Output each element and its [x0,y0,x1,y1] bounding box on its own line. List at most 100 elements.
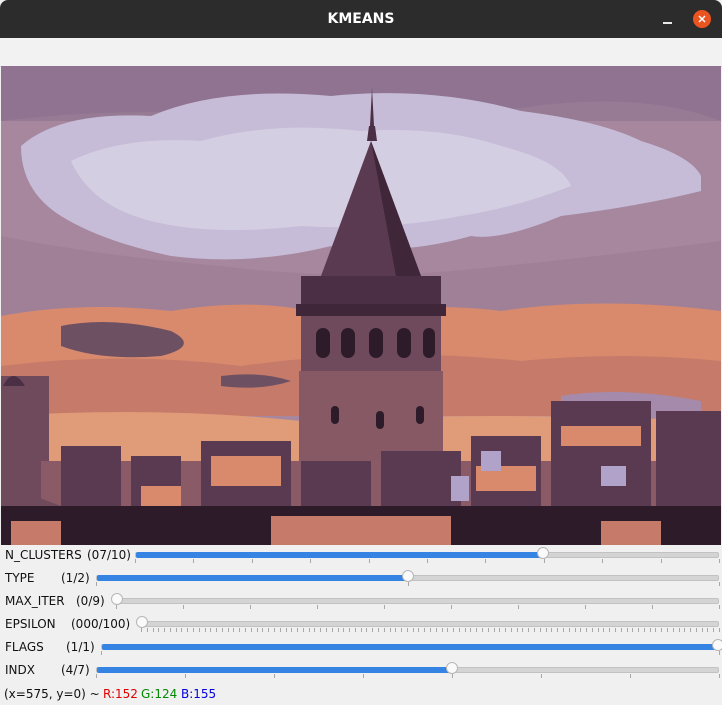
minimize-button[interactable] [658,10,676,28]
slider-tick [250,628,252,632]
slider-tick [343,628,345,632]
trackbar-n-clusters[interactable]: N_CLUSTERS (07/10) [0,546,722,569]
trackbar-epsilon[interactable]: EPSILON (000/100) [0,615,722,638]
slider-tick [458,628,460,632]
slider-tick [146,628,148,632]
slider-tick [175,628,177,632]
slider-tick [308,628,310,632]
slider-tick [181,628,183,632]
slider-tick [401,628,403,632]
slider-track[interactable] [136,616,719,628]
slider-tick [591,628,593,632]
trackbar-flags[interactable]: FLAGS (1/1) [0,638,722,661]
slider-tick [193,628,195,632]
slider-tick [643,628,645,632]
slider-tick [291,628,293,632]
slider-track[interactable] [96,570,719,582]
slider-tick [395,628,397,632]
slider-tick [518,605,519,609]
slider-fill [97,575,408,581]
slider-tick [372,628,374,632]
slider-tick [487,628,489,632]
slider-tick [169,628,171,632]
slider-fill [102,644,718,650]
slider-tick [545,628,547,632]
slider-tick [368,559,370,563]
trackbar-max-iter[interactable]: MAX_ITER (0/9) [0,592,722,615]
slider-ticks [141,628,720,632]
window-title: KMEANS [327,11,395,27]
kmeans-window: KMEANS N_CLUSTERS (07/10) TYPE (1/2) MAX… [0,0,722,705]
slider-handle[interactable] [445,662,458,674]
slider-tick [562,628,564,632]
slider-tick [96,674,97,678]
slider-tick [719,559,720,563]
slider-tick [182,605,184,609]
slider-tick [684,628,686,632]
slider-tick [320,628,322,632]
slider-handle[interactable] [401,570,414,582]
slider-handle[interactable] [712,639,722,651]
trackbar-value: (1/1) [66,640,95,654]
slider-tick [366,628,368,632]
toolbar [0,38,722,67]
slider-track[interactable] [111,593,719,605]
slider-tick [331,628,333,632]
slider-handle[interactable] [136,616,148,628]
slider-tick [638,628,640,632]
slider-handle[interactable] [537,547,550,559]
slider-tick [614,628,616,632]
slider-tick [476,628,478,632]
slider-tick [528,628,530,632]
green-value: G:124 [141,687,178,701]
slider-tick [164,628,166,632]
trackbar-type[interactable]: TYPE (1/2) [0,569,722,592]
slider-ticks [96,582,720,586]
slider-tick [360,628,362,632]
slider-tick [430,628,431,632]
slider-tick [337,628,339,632]
slider-tick [620,628,622,632]
slider-tick [510,628,512,632]
slider-tick [314,628,316,632]
slider-tick [251,559,253,563]
slider-tick [363,674,364,678]
trackbar-indx[interactable]: INDX (4/7) [0,661,722,684]
slider-tick [268,628,270,632]
trackbar-label: MAX_ITER [5,594,65,608]
slider-tick [441,628,443,632]
trackbar-label: EPSILON [5,617,56,631]
slider-handle[interactable] [111,593,123,605]
slider-tick [451,605,452,609]
slider-tick [389,628,391,632]
slider-tick [233,628,235,632]
slider-track[interactable] [135,547,719,559]
slider-tick [626,628,628,632]
slider-fill [97,667,452,673]
close-icon [698,15,706,23]
slider-tick [406,628,408,632]
slider-ticks [135,559,720,563]
slider-tick [418,628,420,632]
slider-tick [317,605,318,609]
kmeans-image[interactable] [1,66,721,545]
slider-tick [719,582,720,586]
slider-tick [310,559,312,563]
slider-tick [274,674,275,678]
slider-track[interactable] [101,639,722,651]
slider-tick [193,559,195,563]
slider-tick [262,628,264,632]
trackbar-value: (1/2) [61,571,90,585]
slider-tick [187,628,189,632]
slider-tick [210,628,212,632]
close-button[interactable] [693,10,711,28]
slider-tick [701,628,703,632]
slider-tick [198,628,200,632]
slider-ticks [116,605,720,609]
slider-tick [424,628,426,632]
slider-tick [719,628,720,632]
title-bar[interactable]: KMEANS [0,0,722,38]
slider-tick [349,628,351,632]
slider-tick [655,628,657,632]
slider-track[interactable] [96,662,719,674]
